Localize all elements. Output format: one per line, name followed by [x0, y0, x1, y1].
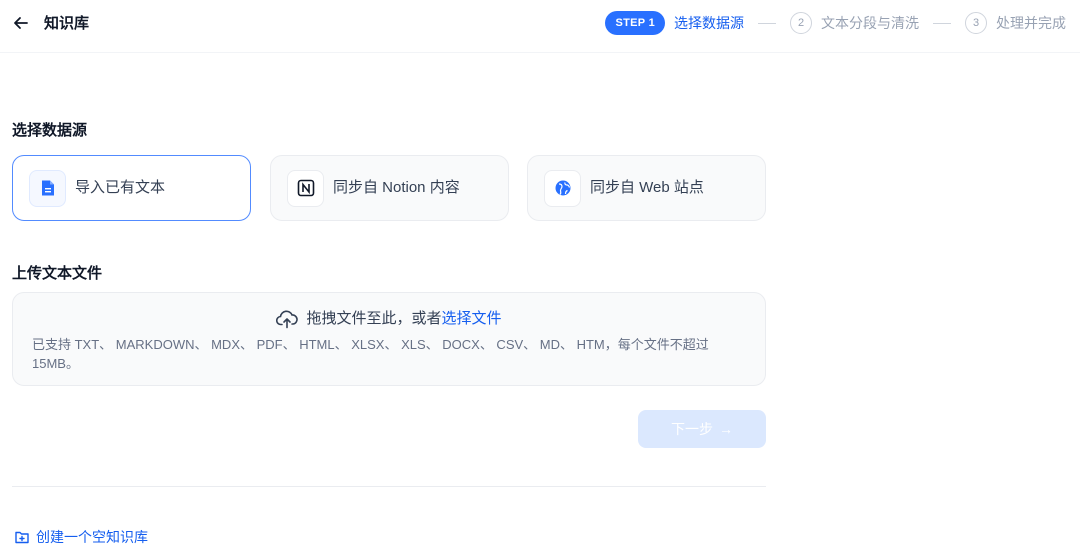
source-option-import-text[interactable]: 导入已有文本: [12, 155, 251, 221]
next-step-button[interactable]: 下一步 →: [638, 410, 766, 448]
folder-plus-icon: [14, 529, 30, 545]
step-indicator: STEP 1 选择数据源 2 文本分段与清洗 3 处理并完成: [605, 11, 1066, 35]
step1-badge: STEP 1: [605, 11, 665, 35]
select-file-link[interactable]: 选择文件: [442, 309, 502, 329]
step2-number: 2: [790, 12, 812, 34]
create-empty-label: 创建一个空知识库: [36, 529, 148, 545]
file-dropzone[interactable]: 拖拽文件至此，或者 选择文件 已支持 TXT、 MARKDOWN、 MDX、 P…: [12, 292, 766, 386]
page-title: 知识库: [44, 15, 90, 32]
dropzone-prompt: 拖拽文件至此，或者: [306, 310, 442, 327]
top-bar: 知识库 STEP 1 选择数据源 2 文本分段与清洗 3 处理并完成: [0, 0, 1080, 53]
source-option-label: 导入已有文本: [75, 179, 166, 196]
step-separator: [758, 22, 776, 24]
step1-label: 选择数据源: [674, 15, 744, 31]
cloud-upload-icon: [276, 309, 299, 329]
upload-title: 上传文本文件: [12, 265, 103, 282]
source-option-label: 同步自 Web 站点: [590, 179, 704, 196]
divider: [12, 486, 766, 487]
notion-icon: [287, 169, 324, 207]
document-icon: [29, 169, 66, 207]
supported-formats-hint: 已支持 TXT、 MARKDOWN、 MDX、 PDF、 HTML、 XLSX、…: [32, 337, 709, 371]
step3-label: 处理并完成: [996, 15, 1066, 31]
create-empty-knowledge-link[interactable]: 创建一个空知识库: [14, 527, 148, 547]
next-step-label: 下一步: [671, 421, 713, 437]
source-option-web[interactable]: 同步自 Web 站点: [527, 155, 766, 221]
step3-number: 3: [965, 12, 987, 34]
arrow-left-icon: [14, 17, 28, 29]
web-globe-icon: [544, 169, 581, 207]
step2-label: 文本分段与清洗: [821, 15, 919, 31]
back-button[interactable]: [10, 12, 32, 34]
step-separator: [933, 22, 951, 24]
source-option-label: 同步自 Notion 内容: [333, 179, 460, 196]
data-source-title: 选择数据源: [12, 122, 88, 139]
source-option-notion[interactable]: 同步自 Notion 内容: [270, 155, 509, 221]
arrow-right-icon: →: [719, 421, 733, 437]
